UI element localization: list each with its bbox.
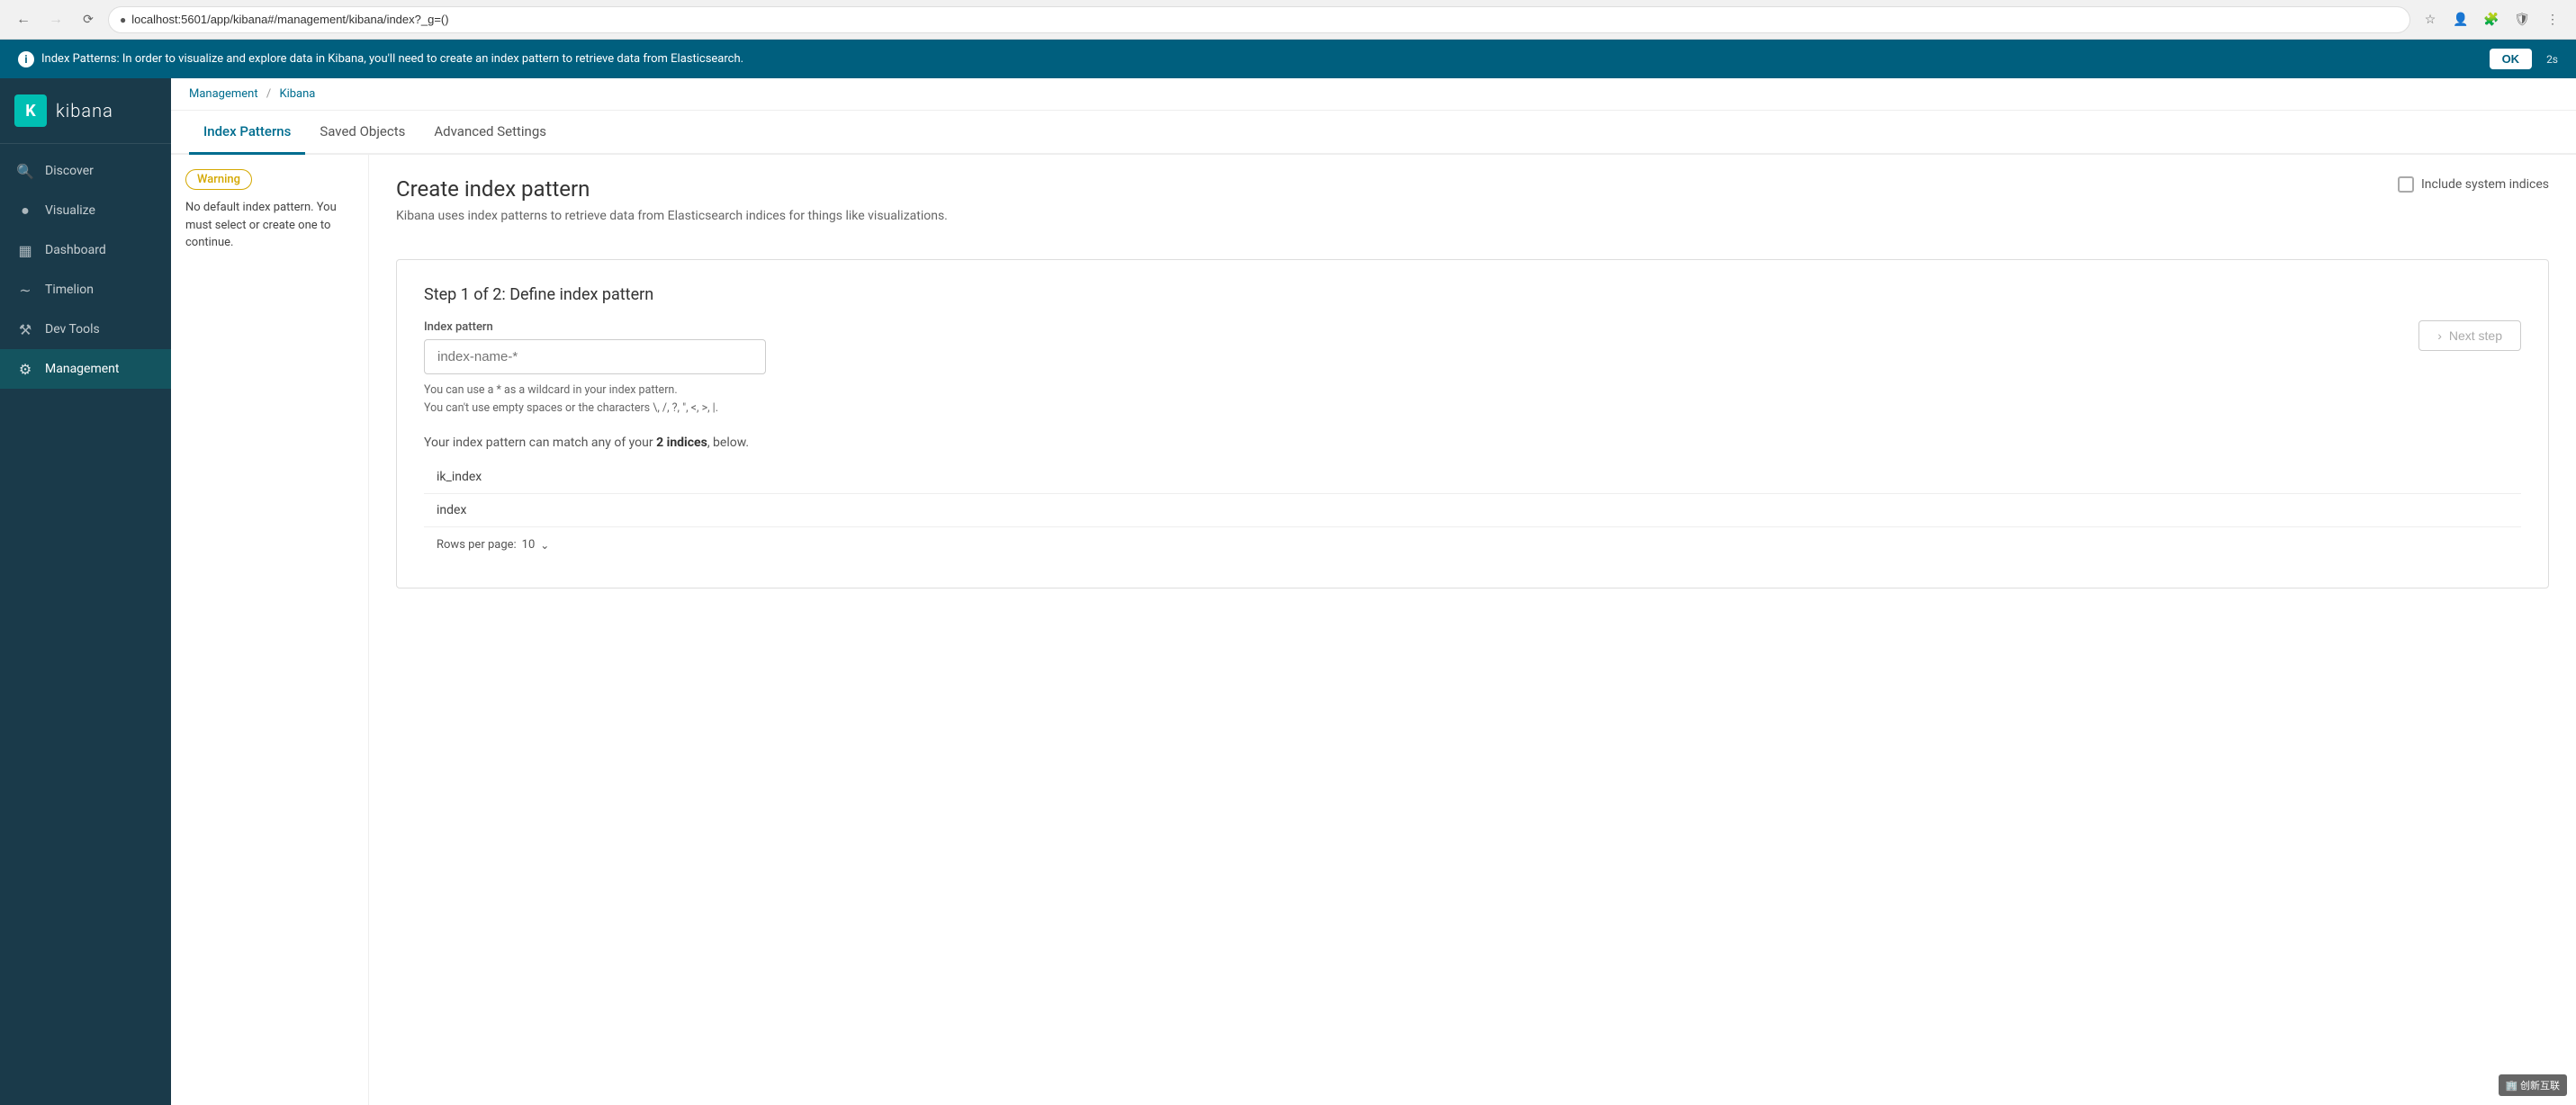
index-name-2: index: [424, 494, 2521, 527]
extensions-button[interactable]: 🧩: [2479, 7, 2504, 32]
sidebar-item-devtools[interactable]: ⚒ Dev Tools: [0, 310, 171, 349]
visualize-icon: ●: [16, 202, 34, 220]
sidebar-label-visualize: Visualize: [45, 203, 95, 218]
include-system-label: Include system indices: [2421, 177, 2549, 192]
matches-count: 2 indices: [656, 436, 707, 450]
next-step-label: Next step: [2449, 328, 2502, 343]
sidebar-label-management: Management: [45, 362, 119, 376]
rows-per-page-value: 10: [522, 538, 536, 552]
chevron-down-icon: ⌄: [540, 539, 549, 552]
discover-icon: 🔍: [16, 162, 34, 180]
breadcrumb-kibana[interactable]: Kibana: [279, 87, 315, 101]
field-label: Index pattern: [424, 320, 766, 334]
sidebar-logo: K kibana: [0, 78, 171, 144]
dashboard-icon: ▦: [16, 241, 34, 259]
forward-button[interactable]: →: [43, 7, 68, 32]
address-bar: ●: [108, 6, 2410, 33]
kibana-app-name: kibana: [56, 100, 113, 121]
tab-saved-objects[interactable]: Saved Objects: [305, 111, 419, 155]
banner-left: i Index Patterns: In order to visualize …: [18, 51, 743, 67]
include-system-checkbox[interactable]: [2398, 176, 2414, 193]
indices-table: ik_index index: [424, 461, 2521, 526]
url-input[interactable]: [131, 13, 2399, 26]
warning-badge: Warning: [185, 169, 252, 190]
bookmark-button[interactable]: ☆: [2418, 7, 2443, 32]
browser-chrome: ← → ⟳ ● ☆ 👤 🧩 🛡 ⋮: [0, 0, 2576, 40]
adblock-button[interactable]: 🛡: [2509, 7, 2535, 32]
sidebar-label-dashboard: Dashboard: [45, 243, 106, 257]
sidebar: K kibana 🔍 Discover ● Visualize ▦ Dashbo…: [0, 78, 171, 1105]
matches-text: Your index pattern can match any of your…: [424, 436, 2521, 450]
banner-timer: 2s: [2546, 53, 2558, 66]
page-subtitle: Kibana uses index patterns to retrieve d…: [396, 209, 948, 223]
menu-button[interactable]: ⋮: [2540, 7, 2565, 32]
main-panel: Create index pattern Kibana uses index p…: [369, 155, 2576, 1105]
rows-per-page-label: Rows per page:: [437, 538, 517, 552]
timelion-icon: ∼: [16, 281, 34, 299]
breadcrumb: Management / Kibana: [171, 78, 2576, 111]
rows-per-page-control[interactable]: Rows per page: 10 ⌄: [424, 526, 2521, 562]
sidebar-item-timelion[interactable]: ∼ Timelion: [0, 270, 171, 310]
lock-icon: ●: [120, 13, 126, 26]
info-banner: i Index Patterns: In order to visualize …: [0, 40, 2576, 78]
left-panel: Warning No default index pattern. You mu…: [171, 155, 369, 1105]
browser-actions: ☆ 👤 🧩 🛡 ⋮: [2418, 7, 2565, 32]
refresh-button[interactable]: ⟳: [76, 7, 101, 32]
page-title: Create index pattern: [396, 176, 948, 202]
next-step-button[interactable]: › Next step: [2418, 320, 2521, 351]
sidebar-label-devtools: Dev Tools: [45, 322, 100, 337]
step-card: Step 1 of 2: Define index pattern Index …: [396, 259, 2549, 588]
include-system-area: Include system indices: [2398, 176, 2549, 193]
banner-ok-button[interactable]: OK: [2490, 49, 2533, 69]
warning-text: No default index pattern. You must selec…: [185, 199, 354, 252]
index-pattern-input[interactable]: [424, 339, 766, 374]
breadcrumb-separator: /: [266, 87, 271, 101]
content-area: Warning No default index pattern. You mu…: [171, 155, 2576, 1105]
devtools-icon: ⚒: [16, 320, 34, 338]
management-icon: ⚙: [16, 360, 34, 378]
tab-advanced-settings[interactable]: Advanced Settings: [419, 111, 561, 155]
back-button[interactable]: ←: [11, 7, 36, 32]
index-name-1: ik_index: [424, 461, 2521, 494]
banner-message: Index Patterns: In order to visualize an…: [41, 52, 743, 66]
input-hint-wildcard: You can use a * as a wildcard in your in…: [424, 382, 766, 418]
breadcrumb-management[interactable]: Management: [189, 87, 258, 101]
next-step-icon: ›: [2437, 328, 2442, 343]
profile-button[interactable]: 👤: [2448, 7, 2473, 32]
sidebar-nav: 🔍 Discover ● Visualize ▦ Dashboard ∼ Tim…: [0, 144, 171, 396]
sidebar-item-management[interactable]: ⚙ Management: [0, 349, 171, 389]
app-container: K kibana 🔍 Discover ● Visualize ▦ Dashbo…: [0, 78, 2576, 1105]
table-row: ik_index: [424, 461, 2521, 494]
info-icon: i: [18, 51, 34, 67]
sidebar-item-discover[interactable]: 🔍 Discover: [0, 151, 171, 191]
top-nav: Index Patterns Saved Objects Advanced Se…: [171, 111, 2576, 155]
sidebar-item-visualize[interactable]: ● Visualize: [0, 191, 171, 230]
main-content: Management / Kibana Index Patterns Saved…: [171, 78, 2576, 1105]
sidebar-label-timelion: Timelion: [45, 283, 94, 297]
step-title: Step 1 of 2: Define index pattern: [424, 285, 2521, 304]
kibana-logo-k: K: [14, 94, 47, 127]
tab-index-patterns[interactable]: Index Patterns: [189, 111, 305, 155]
sidebar-label-discover: Discover: [45, 164, 94, 178]
sidebar-item-dashboard[interactable]: ▦ Dashboard: [0, 230, 171, 270]
table-row: index: [424, 494, 2521, 527]
